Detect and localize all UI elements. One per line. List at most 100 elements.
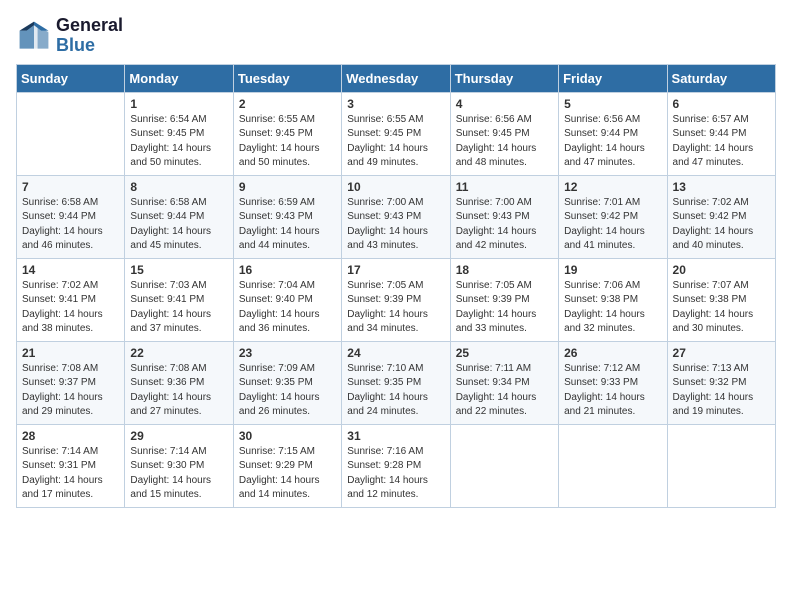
calendar-cell: 1Sunrise: 6:54 AM Sunset: 9:45 PM Daylig… [125,92,233,175]
day-number: 13 [673,180,770,194]
cell-content: Sunrise: 7:00 AM Sunset: 9:43 PM Dayligh… [456,196,553,254]
calendar-cell: 22 Sunrise: 7:08 AM Sunset: 9:36 PM Dayli… [125,341,233,424]
cell-content: Sunrise: 6:55 AM Sunset: 9:45 PM Dayligh… [239,113,336,171]
cell-content: Sunrise: 7:13 AM Sunset: 9:32 PM Dayligh… [673,362,770,420]
day-number: 31 [347,429,444,443]
day-number: 28 [22,429,119,443]
day-number: 18 [456,263,553,277]
cell-content: Sunrise: 6:56 AM Sunset: 9:44 PM Dayligh… [564,113,661,171]
calendar-cell: 2 Sunrise: 6:55 AM Sunset: 9:45 PM Daylig… [233,92,341,175]
calendar-table: SundayMondayTuesdayWednesdayThursdayFrid… [16,64,776,508]
day-number: 7 [22,180,119,194]
cell-content: Sunrise: 7:04 AM Sunset: 9:40 PM Dayligh… [239,279,336,337]
header-saturday: Saturday [667,64,775,92]
calendar-cell: 23Sunrise: 7:09 AM Sunset: 9:35 PM Dayli… [233,341,341,424]
cell-content: Sunrise: 7:08 AM Sunset: 9:37 PM Dayligh… [22,362,119,420]
cell-content: Sunrise: 6:55 AM Sunset: 9:45 PM Dayligh… [347,113,444,171]
calendar-cell: 11 Sunrise: 7:00 AM Sunset: 9:43 PM Dayli… [450,175,558,258]
calendar-cell: 27Sunrise: 7:13 AM Sunset: 9:32 PM Dayli… [667,341,775,424]
calendar-week-row: 7 Sunrise: 6:58 AM Sunset: 9:44 PM Daylig… [17,175,776,258]
calendar-cell: 31 Sunrise: 7:16 AM Sunset: 9:28 PM Dayli… [342,424,450,507]
calendar-cell: 8Sunrise: 6:58 AM Sunset: 9:44 PM Daylig… [125,175,233,258]
day-number: 21 [22,346,119,360]
cell-content: Sunrise: 7:14 AM Sunset: 9:31 PM Dayligh… [22,445,119,503]
calendar-cell: 16 Sunrise: 7:04 AM Sunset: 9:40 PM Dayli… [233,258,341,341]
logo-text: General​ Blue [56,16,123,56]
calendar-cell: 3 Sunrise: 6:55 AM Sunset: 9:45 PM Daylig… [342,92,450,175]
calendar-week-row: 1Sunrise: 6:54 AM Sunset: 9:45 PM Daylig… [17,92,776,175]
cell-content: Sunrise: 6:58 AM Sunset: 9:44 PM Dayligh… [22,196,119,254]
calendar-cell: 28 Sunrise: 7:14 AM Sunset: 9:31 PM Dayli… [17,424,125,507]
header-sunday: Sunday [17,64,125,92]
calendar-cell: 19Sunrise: 7:06 AM Sunset: 9:38 PM Dayli… [559,258,667,341]
calendar-cell: 24 Sunrise: 7:10 AM Sunset: 9:35 PM Dayli… [342,341,450,424]
cell-content: Sunrise: 7:05 AM Sunset: 9:39 PM Dayligh… [456,279,553,337]
day-number: 30 [239,429,336,443]
day-number: 11 [456,180,553,194]
day-number: 17 [347,263,444,277]
day-number: 25 [456,346,553,360]
cell-content: Sunrise: 7:12 AM Sunset: 9:33 PM Dayligh… [564,362,661,420]
day-number: 19 [564,263,661,277]
calendar-cell: 14 Sunrise: 7:02 AM Sunset: 9:41 PM Dayli… [17,258,125,341]
logo-icon [16,18,52,54]
calendar-cell: 10 Sunrise: 7:00 AM Sunset: 9:43 PM Dayli… [342,175,450,258]
day-number: 12 [564,180,661,194]
day-number: 16 [239,263,336,277]
day-number: 2 [239,97,336,111]
header-thursday: Thursday [450,64,558,92]
calendar-cell: 9Sunrise: 6:59 AM Sunset: 9:43 PM Daylig… [233,175,341,258]
day-number: 10 [347,180,444,194]
cell-content: Sunrise: 7:15 AM Sunset: 9:29 PM Dayligh… [239,445,336,503]
day-number: 8 [130,180,227,194]
cell-content: Sunrise: 7:08 AM Sunset: 9:36 PM Dayligh… [130,362,227,420]
header-wednesday: Wednesday [342,64,450,92]
cell-content: Sunrise: 7:00 AM Sunset: 9:43 PM Dayligh… [347,196,444,254]
logo: General​ Blue [16,16,123,56]
cell-content: Sunrise: 7:16 AM Sunset: 9:28 PM Dayligh… [347,445,444,503]
calendar-cell [667,424,775,507]
calendar-cell: 29Sunrise: 7:14 AM Sunset: 9:30 PM Dayli… [125,424,233,507]
calendar-cell [17,92,125,175]
calendar-cell: 7 Sunrise: 6:58 AM Sunset: 9:44 PM Daylig… [17,175,125,258]
day-number: 6 [673,97,770,111]
calendar-cell: 30 Sunrise: 7:15 AM Sunset: 9:29 PM Dayli… [233,424,341,507]
cell-content: Sunrise: 6:57 AM Sunset: 9:44 PM Dayligh… [673,113,770,171]
calendar-cell: 26 Sunrise: 7:12 AM Sunset: 9:33 PM Dayli… [559,341,667,424]
calendar-week-row: 14 Sunrise: 7:02 AM Sunset: 9:41 PM Dayli… [17,258,776,341]
calendar-cell: 12 Sunrise: 7:01 AM Sunset: 9:42 PM Dayli… [559,175,667,258]
cell-content: Sunrise: 7:10 AM Sunset: 9:35 PM Dayligh… [347,362,444,420]
calendar-week-row: 21 Sunrise: 7:08 AM Sunset: 9:37 PM Dayli… [17,341,776,424]
calendar-cell: 25 Sunrise: 7:11 AM Sunset: 9:34 PM Dayli… [450,341,558,424]
calendar-cell: 21 Sunrise: 7:08 AM Sunset: 9:37 PM Dayli… [17,341,125,424]
calendar-cell: 4 Sunrise: 6:56 AM Sunset: 9:45 PM Daylig… [450,92,558,175]
cell-content: Sunrise: 7:05 AM Sunset: 9:39 PM Dayligh… [347,279,444,337]
cell-content: Sunrise: 6:56 AM Sunset: 9:45 PM Dayligh… [456,113,553,171]
header-monday: Monday [125,64,233,92]
calendar-week-row: 28 Sunrise: 7:14 AM Sunset: 9:31 PM Dayli… [17,424,776,507]
calendar-cell [450,424,558,507]
calendar-cell: 18 Sunrise: 7:05 AM Sunset: 9:39 PM Dayli… [450,258,558,341]
day-number: 1 [130,97,227,111]
day-number: 24 [347,346,444,360]
day-number: 23 [239,346,336,360]
cell-content: Sunrise: 7:03 AM Sunset: 9:41 PM Dayligh… [130,279,227,337]
calendar-cell: 15Sunrise: 7:03 AM Sunset: 9:41 PM Dayli… [125,258,233,341]
cell-content: Sunrise: 7:11 AM Sunset: 9:34 PM Dayligh… [456,362,553,420]
day-number: 22 [130,346,227,360]
calendar-cell: 6 Sunrise: 6:57 AM Sunset: 9:44 PM Daylig… [667,92,775,175]
header-tuesday: Tuesday [233,64,341,92]
page-header: General​ Blue [16,16,776,56]
calendar-header-row: SundayMondayTuesdayWednesdayThursdayFrid… [17,64,776,92]
cell-content: Sunrise: 7:14 AM Sunset: 9:30 PM Dayligh… [130,445,227,503]
cell-content: Sunrise: 7:02 AM Sunset: 9:41 PM Dayligh… [22,279,119,337]
day-number: 3 [347,97,444,111]
day-number: 14 [22,263,119,277]
calendar-cell: 5 Sunrise: 6:56 AM Sunset: 9:44 PM Daylig… [559,92,667,175]
cell-content: Sunrise: 7:01 AM Sunset: 9:42 PM Dayligh… [564,196,661,254]
day-number: 26 [564,346,661,360]
day-number: 4 [456,97,553,111]
day-number: 5 [564,97,661,111]
header-friday: Friday [559,64,667,92]
calendar-cell: 17 Sunrise: 7:05 AM Sunset: 9:39 PM Dayli… [342,258,450,341]
